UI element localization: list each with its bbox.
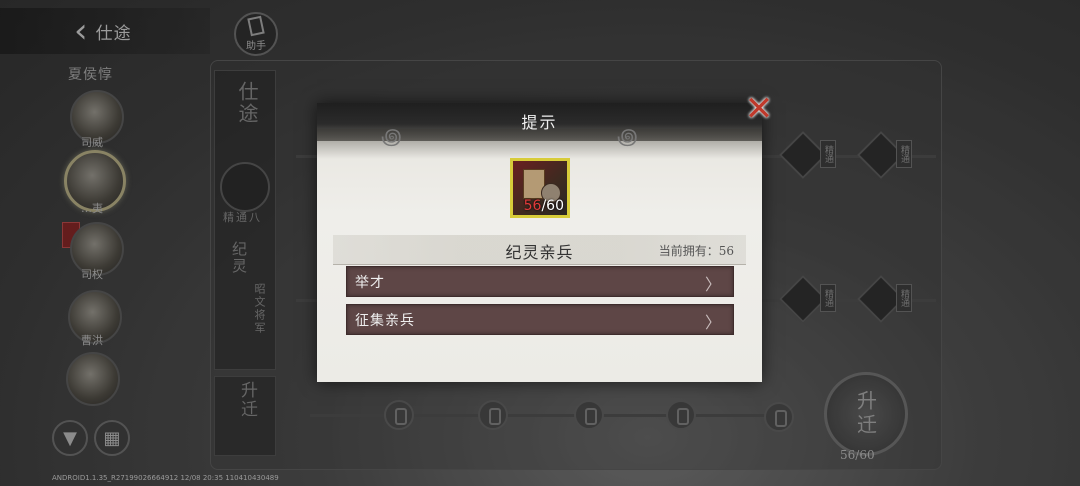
dialog-title: 提示 <box>521 113 558 132</box>
hint-dialog: ꩜ ꩜ 提示 56/60 纪灵亲兵 当前拥有：56 举才 〉 征集亲兵 〉 <box>317 103 762 382</box>
chevron-right-icon: 〉 <box>704 275 721 294</box>
item-info-bar: 纪灵亲兵 当前拥有：56 <box>333 235 746 265</box>
option-collect-guards[interactable]: 征集亲兵 〉 <box>346 304 734 335</box>
owned-text: 当前拥有：56 <box>658 244 734 258</box>
item-count: 56/60 <box>524 198 564 214</box>
owned-count: 56 <box>523 198 542 214</box>
close-icon[interactable]: ✕ <box>742 92 776 126</box>
option-label: 征集亲兵 <box>355 313 415 329</box>
required-count: /60 <box>541 198 564 214</box>
option-label: 举才 <box>355 275 385 291</box>
chevron-right-icon: 〉 <box>704 313 721 332</box>
item-icon[interactable]: 56/60 <box>510 158 570 218</box>
option-recruit-talent[interactable]: 举才 〉 <box>346 266 734 297</box>
